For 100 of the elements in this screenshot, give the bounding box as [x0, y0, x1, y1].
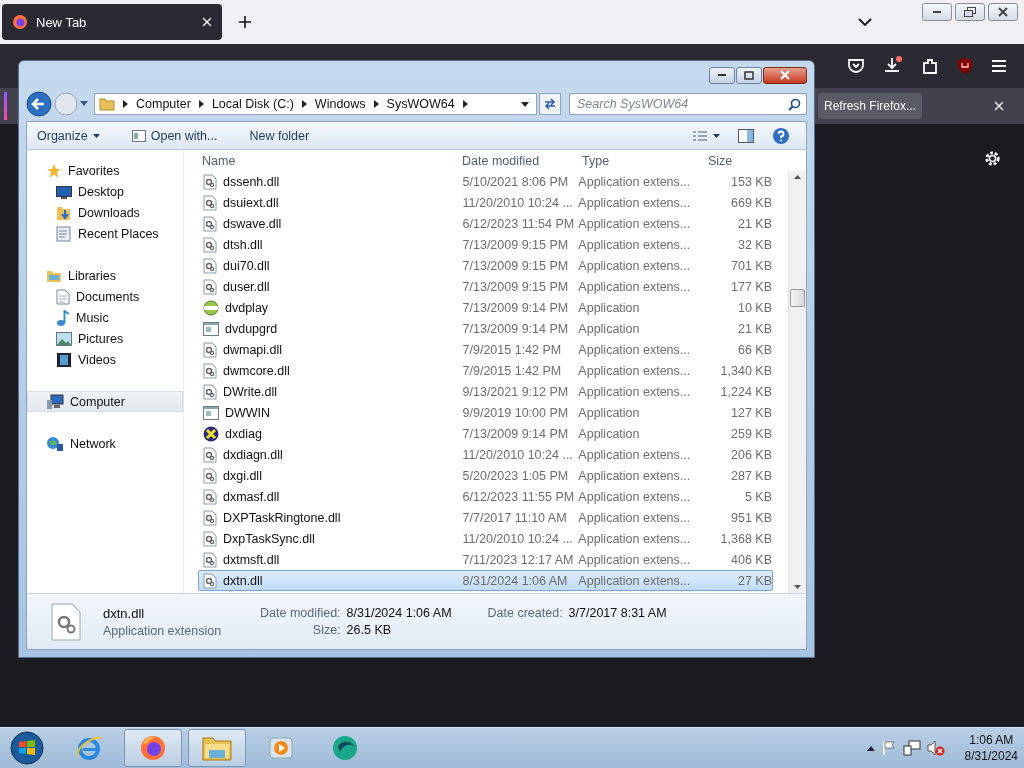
- file-row[interactable]: dxdiag 7/13/2009 9:14 PM Application 259 KB: [198, 423, 773, 444]
- file-row[interactable]: dui70.dll 7/13/2009 9:15 PM Application extens... 701 KB: [198, 255, 773, 276]
- search-field[interactable]: Search SysWOW64: [569, 93, 807, 115]
- file-row[interactable]: dssenh.dll 5/10/2021 8:06 PM Application extens... 153 KB: [198, 171, 773, 192]
- date-cell-text: 11/20/2010 10:24 ...: [461, 447, 574, 462]
- sidebar-item[interactable]: Computer: [27, 391, 183, 412]
- star-icon: [46, 162, 62, 179]
- close-icon[interactable]: [202, 17, 212, 27]
- menu-icon[interactable]: [991, 59, 1007, 73]
- shield-icon[interactable]: [957, 57, 973, 75]
- type-cell-text: Application extens...: [578, 384, 692, 399]
- chevron-down-icon[interactable]: [858, 17, 872, 27]
- gear-file-icon: [203, 572, 217, 589]
- sidebar-item[interactable]: Favorites: [27, 160, 183, 181]
- refresh-button[interactable]: Refresh Firefox...: [817, 93, 922, 119]
- sidebar-item[interactable]: Documents: [27, 286, 183, 307]
- browser-tab[interactable]: New Tab: [2, 4, 222, 40]
- close-button[interactable]: [988, 3, 1018, 21]
- scroll-down-icon[interactable]: [794, 585, 801, 589]
- sidebar-item[interactable]: Pictures: [27, 328, 183, 349]
- chevron-right-icon[interactable]: [373, 100, 379, 108]
- file-row[interactable]: dvdplay 7/13/2009 9:14 PM Application 10 KB: [198, 297, 773, 318]
- minimize-button[interactable]: [709, 66, 735, 84]
- breadcrumb-item[interactable]: SysWOW64: [386, 97, 455, 111]
- sidebar-item[interactable]: Recent Places: [27, 223, 183, 244]
- sidebar-item[interactable]: Music: [27, 307, 183, 328]
- file-row[interactable]: dxgi.dll 5/20/2023 1:05 PM Application extens... 287 KB: [198, 465, 773, 486]
- breadcrumb-item[interactable]: Windows: [314, 97, 366, 111]
- scroll-thumb[interactable]: [790, 289, 805, 307]
- size-cell-text: 1,340 KB: [719, 363, 772, 378]
- gear-file-icon: [203, 509, 217, 526]
- clock-date[interactable]: 8/31/2024: [964, 748, 1018, 764]
- sidebar-item[interactable]: Videos: [27, 349, 183, 370]
- back-button[interactable]: [26, 91, 52, 117]
- flag-icon[interactable]: [880, 740, 897, 756]
- close-button[interactable]: [763, 66, 807, 84]
- file-row[interactable]: dsuiext.dll 11/20/2010 10:24 ... Application extens... 669 KB: [198, 192, 773, 213]
- breadcrumb-item[interactable]: Local Disk (C:): [211, 97, 294, 111]
- file-row[interactable]: dxtmsft.dll 7/11/2023 12:17 AM Application extens... 406 KB: [198, 549, 773, 570]
- file-row[interactable]: DXPTaskRingtone.dll 7/7/2017 11:10 AM Application extens... 951 KB: [198, 507, 773, 528]
- computer-icon: [46, 393, 64, 410]
- chevron-right-icon[interactable]: [123, 100, 128, 108]
- sidebar-item[interactable]: Network: [27, 433, 183, 454]
- file-row[interactable]: DxpTaskSync.dll 11/20/2010 10:24 ... Application extens... 1,368 KB: [198, 528, 773, 549]
- file-row[interactable]: dvdupgrd 7/13/2009 9:14 PM Application 21 KB: [198, 318, 773, 339]
- pocket-icon[interactable]: [847, 57, 865, 75]
- gear-file-icon: [203, 551, 217, 568]
- scroll-up-icon[interactable]: [794, 175, 801, 179]
- gear-file-icon: [203, 236, 217, 253]
- refresh-button[interactable]: [539, 93, 561, 115]
- column-header[interactable]: Size: [702, 153, 776, 168]
- file-row[interactable]: DWrite.dll 9/13/2021 9:12 PM Application extens... 1,224 KB: [198, 381, 773, 402]
- type-cell-text: Application extens...: [578, 258, 692, 273]
- restore-button[interactable]: [955, 3, 985, 21]
- new-tab-icon[interactable]: [238, 15, 252, 29]
- file-name: dswave.dll: [223, 216, 282, 231]
- close-icon[interactable]: [994, 101, 1004, 111]
- file-row[interactable]: dxmasf.dll 6/12/2023 11:55 PM Application extens... 5 KB: [198, 486, 773, 507]
- gear-file-icon: [203, 467, 217, 484]
- breadcrumb-item[interactable]: Computer: [136, 97, 191, 111]
- file-row[interactable]: dtsh.dll 7/13/2009 9:15 PM Application extens... 32 KB: [198, 234, 773, 255]
- puzzle-icon[interactable]: [921, 57, 939, 75]
- file-row[interactable]: dwmcore.dll 7/9/2015 1:42 PM Application extens... 1,340 KB: [198, 360, 773, 381]
- maximize-button[interactable]: [736, 66, 762, 84]
- caret-icon: [92, 133, 100, 138]
- network-icon[interactable]: [902, 740, 921, 756]
- caret-icon: [713, 133, 720, 138]
- column-header[interactable]: Type: [582, 153, 702, 168]
- chevron-right-icon[interactable]: [198, 100, 204, 108]
- file-row[interactable]: DWWIN 9/9/2019 10:00 PM Application 127 KB: [198, 402, 773, 423]
- start-button[interactable]: [10, 731, 44, 765]
- type-cell-text: Application extens...: [578, 489, 692, 504]
- file-row[interactable]: dxdiagn.dll 11/20/2010 10:24 ... Application extens... 206 KB: [198, 444, 773, 465]
- detail-label: Date created:: [487, 606, 563, 620]
- size-cell-text: 32 KB: [736, 237, 772, 252]
- sidebar-item[interactable]: Desktop: [27, 181, 183, 202]
- file-row[interactable]: dwmapi.dll 7/9/2015 1:42 PM Application extens... 66 KB: [198, 339, 773, 360]
- minimize-button[interactable]: [922, 3, 952, 21]
- sidebar-item[interactable]: Downloads: [27, 202, 183, 223]
- sidebar-item[interactable]: Libraries: [27, 265, 183, 286]
- muted-speaker-icon[interactable]: [926, 740, 945, 756]
- file-name: dui70.dll: [223, 258, 270, 273]
- open-with-button[interactable]: Open with...: [125, 125, 224, 146]
- new-folder-button[interactable]: New folder: [243, 125, 316, 146]
- scrollbar[interactable]: [788, 171, 806, 593]
- gear-file-icon: [203, 488, 217, 505]
- address-bar[interactable]: Computer Local Disk (C:) Windows SysWOW64: [94, 93, 537, 115]
- search-icon[interactable]: [788, 98, 801, 111]
- organize-button[interactable]: Organize: [31, 125, 106, 146]
- column-header[interactable]: Date modified: [462, 153, 582, 168]
- file-row[interactable]: duser.dll 7/13/2009 9:15 PM Application extens... 177 KB: [198, 276, 773, 297]
- clock-time[interactable]: 1:06 AM: [969, 732, 1014, 748]
- caret-up-icon[interactable]: [866, 745, 875, 751]
- file-row[interactable]: dxtn.dll 8/31/2024 1:06 AM Application extens... 27 KB: [198, 570, 773, 591]
- chevron-right-icon[interactable]: [301, 100, 307, 108]
- caret-icon[interactable]: [521, 101, 529, 107]
- column-header[interactable]: Name: [202, 153, 462, 168]
- settings-icon[interactable]: [984, 150, 1001, 167]
- file-row[interactable]: dswave.dll 6/12/2023 11:54 PM Application extens... 21 KB: [198, 213, 773, 234]
- chevron-right-icon[interactable]: [462, 100, 468, 108]
